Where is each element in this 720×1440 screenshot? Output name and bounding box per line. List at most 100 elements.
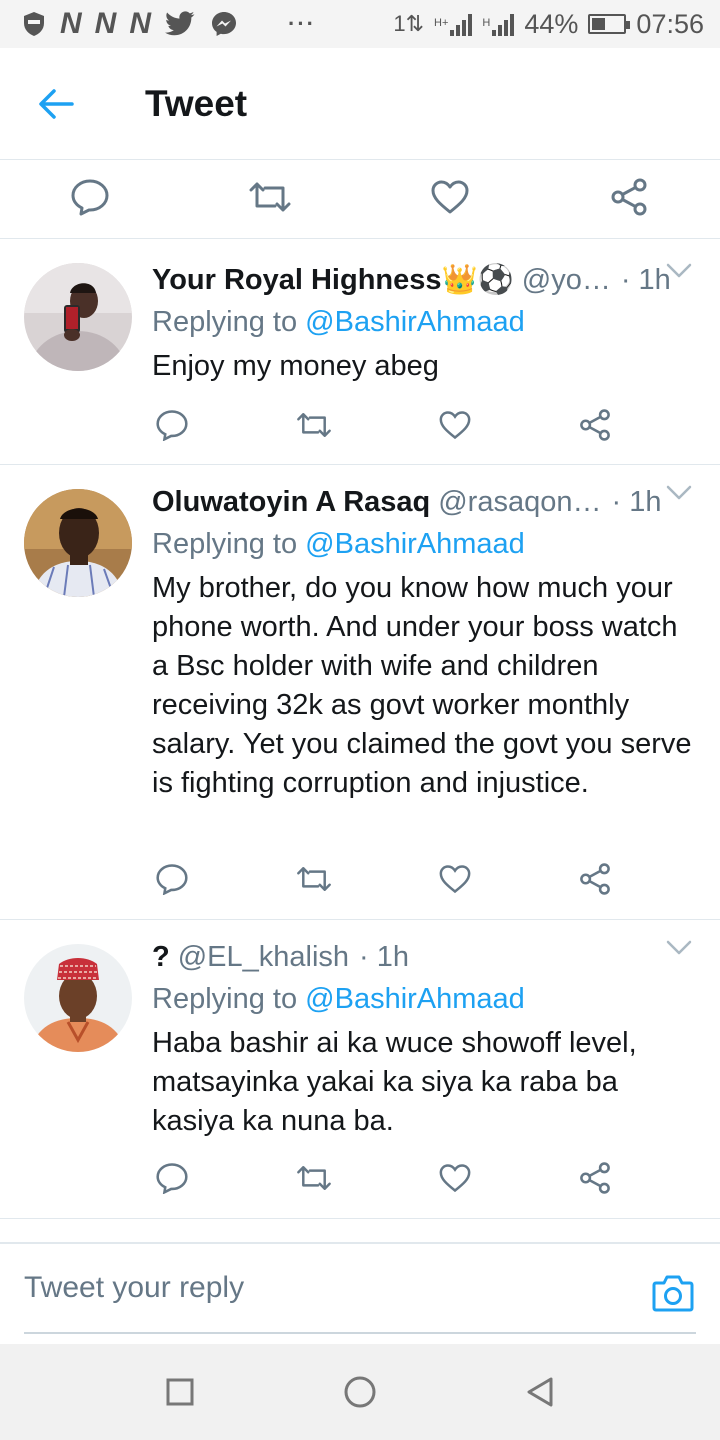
tweet-text: My brother, do you know how much your ph… (152, 572, 692, 799)
display-name[interactable]: ? (152, 941, 170, 974)
reply-button[interactable] (152, 1158, 192, 1198)
retweet-button[interactable] (294, 859, 334, 899)
back-arrow-icon (39, 88, 74, 119)
avatar[interactable] (24, 489, 132, 597)
reply-content: ? @EL_khalish · 1h Replying to @BashirAh… (152, 936, 700, 1141)
like-button[interactable] (425, 172, 475, 222)
mention-link[interactable]: @BashirAhmaad (305, 306, 525, 338)
shield-icon (24, 12, 44, 36)
retweet-button[interactable] (294, 1158, 334, 1198)
retweet-button[interactable] (294, 405, 334, 445)
replying-to: Replying to @BashirAhmaad (152, 978, 700, 1020)
share-button[interactable] (575, 859, 615, 899)
retweet-icon (249, 182, 291, 212)
user-handle[interactable]: @rasaqon… (438, 486, 601, 519)
avatar[interactable] (24, 263, 132, 371)
share-icon (611, 178, 647, 216)
replying-to: Replying to @BashirAhmaad (152, 523, 700, 565)
reply-tweet[interactable]: ? @EL_khalish · 1h Replying to @BashirAh… (0, 920, 720, 1219)
replying-to: Replying to @BashirAhmaad (152, 301, 700, 343)
share-icon (580, 409, 610, 441)
square-icon (166, 1378, 194, 1406)
retweet-icon (297, 1166, 331, 1190)
back-nav-button[interactable] (520, 1372, 560, 1412)
user-handle[interactable]: @yo… (522, 264, 611, 297)
avatar[interactable] (24, 944, 132, 1052)
clock: 07:56 (636, 8, 704, 39)
heart-icon (439, 411, 471, 440)
circle-icon (344, 1376, 376, 1408)
tweet-actions (152, 859, 632, 899)
timestamp: · 1h (611, 485, 662, 518)
data-activity-indicator: 1⇅ (393, 11, 425, 36)
messenger-icon (212, 12, 237, 36)
camera-button[interactable] (652, 1274, 694, 1317)
replying-to-prefix: Replying to (152, 983, 298, 1015)
tweet-actions (152, 405, 632, 445)
chevron-down-icon[interactable] (666, 263, 692, 279)
avatar-image (24, 263, 132, 371)
recents-button[interactable] (160, 1372, 200, 1412)
like-button[interactable] (435, 405, 475, 445)
notification-n-icon: N (94, 7, 117, 40)
triangle-back-icon (527, 1377, 553, 1407)
reply-button[interactable] (152, 405, 192, 445)
tweet-text: Haba bashir ai ka wuce showoff level, ma… (152, 1027, 637, 1137)
retweet-icon (297, 867, 331, 891)
share-icon (580, 1162, 610, 1194)
camera-icon (652, 1275, 694, 1312)
chevron-down-icon[interactable] (666, 940, 692, 956)
share-button[interactable] (575, 405, 615, 445)
share-button[interactable] (604, 172, 654, 222)
chevron-down-icon[interactable] (666, 485, 692, 501)
main-tweet-actions (0, 160, 720, 239)
tweet-text: Enjoy my money abeg (152, 350, 439, 382)
tweet-actions (152, 1158, 632, 1198)
status-bar: N N N ··· 1⇅ H+ H 44% 07:56 (0, 0, 720, 48)
battery-icon (588, 14, 631, 34)
reply-tweet[interactable]: Your Royal Highness👑⚽ @yo… · 1h Replying… (0, 239, 720, 465)
system-navigation-bar (0, 1344, 720, 1440)
share-button[interactable] (575, 1158, 615, 1198)
display-name[interactable]: Oluwatoyin A Rasaq (152, 486, 430, 519)
timestamp: · 1h (620, 263, 671, 296)
mention-link[interactable]: @BashirAhmaad (305, 528, 525, 560)
page-title: Tweet (145, 82, 248, 124)
reply-content: Oluwatoyin A Rasaq @rasaqon… · 1h Replyi… (152, 481, 700, 803)
display-name[interactable]: Your Royal Highness👑⚽ (152, 263, 514, 297)
reply-composer: Tweet your reply (0, 1242, 720, 1344)
reply-tweet[interactable]: Oluwatoyin A Rasaq @rasaqon… · 1h Replyi… (0, 465, 720, 920)
reply-button[interactable] (65, 172, 115, 222)
share-icon (580, 863, 610, 895)
reply-input[interactable]: Tweet your reply (24, 1244, 696, 1334)
like-button[interactable] (435, 1158, 475, 1198)
reply-icon (156, 1163, 188, 1194)
reply-button[interactable] (152, 859, 192, 899)
back-button[interactable] (0, 48, 112, 160)
battery-percent: 44% (524, 8, 579, 39)
timestamp: · 1h (359, 940, 410, 973)
more-notifications-indicator: ··· (288, 11, 316, 36)
like-button[interactable] (435, 859, 475, 899)
reply-content: Your Royal Highness👑⚽ @yo… · 1h Replying… (152, 259, 700, 386)
home-button[interactable] (340, 1372, 380, 1412)
replying-to-prefix: Replying to (152, 528, 298, 560)
retweet-button[interactable] (245, 172, 295, 222)
reply-icon (71, 179, 109, 216)
battery-level (592, 18, 606, 30)
heart-icon (431, 180, 469, 214)
signal-strength-icon (492, 12, 515, 36)
mention-link[interactable]: @BashirAhmaad (305, 983, 525, 1015)
network-type-label: H+ (434, 16, 449, 29)
avatar-image (24, 489, 132, 597)
reply-header: ? @EL_khalish · 1h (152, 936, 700, 978)
heart-icon (439, 865, 471, 894)
notification-n-icon: N (129, 7, 151, 40)
network-type-label: H (482, 16, 491, 29)
reply-header: Oluwatoyin A Rasaq @rasaqon… · 1h (152, 481, 700, 523)
retweet-icon (297, 413, 331, 437)
twitter-bird-icon (165, 11, 195, 36)
heart-icon (439, 1164, 471, 1193)
notification-n-icon: N (60, 7, 82, 40)
user-handle[interactable]: @EL_khalish (178, 941, 349, 974)
